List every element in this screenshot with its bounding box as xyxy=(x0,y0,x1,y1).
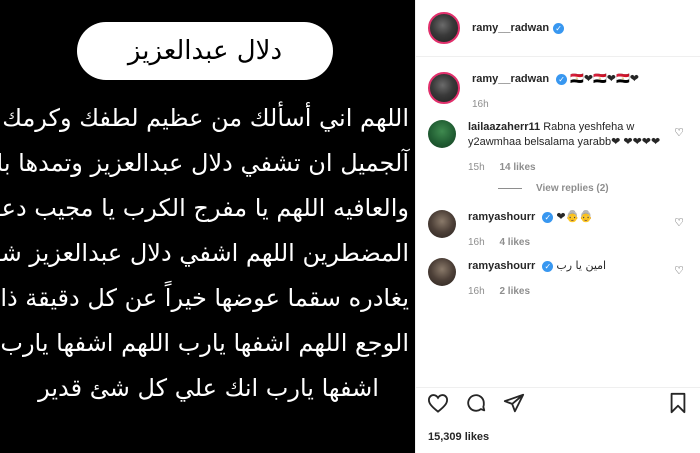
caption-text: 🇪🇬❤🇪🇬❤🇪🇬❤ xyxy=(570,73,639,85)
prayer-line: المضطرين اللهم اشفي دلال عبدالعزيز شفاءً… xyxy=(0,239,409,267)
verified-icon: ✓ xyxy=(556,73,568,85)
comment-likes[interactable]: 14 likes xyxy=(499,162,535,173)
action-bar xyxy=(416,387,700,417)
comments-list[interactable]: ramy__radwan ✓ 🇪🇬❤🇪🇬❤🇪🇬❤ 16h lailaazaher… xyxy=(416,58,700,388)
verified-icon: ✓ xyxy=(542,260,554,272)
caption-time[interactable]: 16h xyxy=(472,99,489,110)
comment-username[interactable]: ramyashourr xyxy=(468,211,535,223)
prayer-text: اللهم اني أسألك من عظيم لطفك وكرمك وسترك… xyxy=(0,96,409,411)
post-header: ramy__radwan ✓ xyxy=(416,0,700,57)
comment-time[interactable]: 16h xyxy=(468,286,485,297)
header-username[interactable]: ramy__radwan xyxy=(472,22,549,34)
heart-icon[interactable]: ♡ xyxy=(674,264,684,277)
verified-icon: ✓ xyxy=(553,22,565,34)
view-replies-button[interactable]: View replies (2) xyxy=(498,183,686,194)
comment-likes[interactable]: 2 likes xyxy=(499,286,530,297)
avatar[interactable] xyxy=(428,258,456,286)
share-icon[interactable] xyxy=(502,391,526,415)
likes-count[interactable]: 15,309 likes xyxy=(428,431,489,443)
prayer-line: اشفها يارب انك علي كل شئ قدير xyxy=(38,374,379,402)
comment-username[interactable]: ramyashourr xyxy=(468,260,535,272)
list-item: ramyashourr ✓ امين يا رب 16h 2 likes ♡ xyxy=(428,258,686,297)
prayer-line: والعافيه اللهم يا مفرج الكرب يا مجيب دعو… xyxy=(0,194,409,222)
list-item: ramyashourr ✓ ❤👵👵 16h 4 likes ♡ xyxy=(428,210,686,248)
post-image[interactable]: دلال عبدالعزيز اللهم اني أسألك من عظيم ل… xyxy=(0,0,415,453)
prayer-line: اللهم اني أسألك من عظيم لطفك وكرمك وسترك xyxy=(0,104,409,132)
prayer-line: آلجميل ان تشفي دلال عبدالعزيز وتمدها بال… xyxy=(0,149,409,177)
comment-text: ❤👵👵 xyxy=(556,211,593,223)
comment-username[interactable]: lailaazaherr11 xyxy=(468,121,540,133)
comment-time[interactable]: 16h xyxy=(468,237,485,248)
prayer-line: الوجع اللهم اشفها يارب اللهم اشفها يارب … xyxy=(0,329,409,357)
heart-icon[interactable]: ♡ xyxy=(674,126,684,139)
list-item: lailaazaherr11 Rabna yeshfeha w y2awmhaa… xyxy=(428,120,686,173)
caption-username[interactable]: ramy__radwan xyxy=(472,73,549,85)
like-heart-icon[interactable] xyxy=(426,391,450,415)
avatar[interactable] xyxy=(428,120,456,148)
heart-icon[interactable]: ♡ xyxy=(674,216,684,229)
verified-icon: ✓ xyxy=(542,211,554,223)
prayer-line: يغادره سقما عوضها خيراً عن كل دقيقة ذاقت… xyxy=(0,284,409,312)
post-side-panel: ramy__radwan ✓ ramy__radwan ✓ 🇪🇬❤🇪🇬❤🇪🇬❤ … xyxy=(415,0,700,453)
caption: ramy__radwan ✓ 🇪🇬❤🇪🇬❤🇪🇬❤ 16h xyxy=(428,72,686,110)
avatar[interactable] xyxy=(428,210,456,238)
avatar[interactable] xyxy=(428,72,460,104)
bookmark-icon[interactable] xyxy=(666,391,690,415)
view-replies-label: View replies (2) xyxy=(536,183,609,194)
comment-likes[interactable]: 4 likes xyxy=(499,237,530,248)
comment-time[interactable]: 15h xyxy=(468,162,485,173)
divider xyxy=(498,188,522,189)
comment-icon[interactable] xyxy=(464,391,488,415)
comment-text: امين يا رب xyxy=(556,259,607,272)
avatar[interactable] xyxy=(428,12,460,44)
title-pill: دلال عبدالعزيز xyxy=(77,22,333,80)
